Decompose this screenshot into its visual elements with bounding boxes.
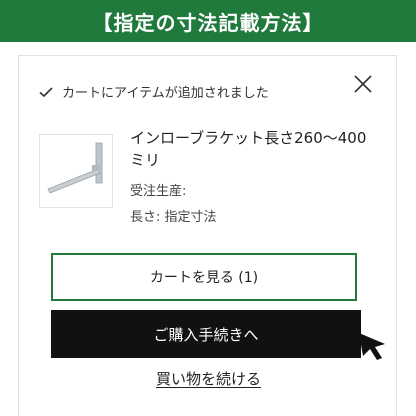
close-icon[interactable] xyxy=(352,73,374,95)
continue-shopping-link[interactable]: 買い物を続ける xyxy=(156,370,261,388)
continue-shopping-row: 買い物を続ける xyxy=(19,368,398,389)
instruction-banner: 【指定の寸法記載方法】 xyxy=(0,0,416,42)
view-cart-button[interactable]: カートを見る (1) xyxy=(51,253,357,301)
product-title[interactable]: インローブラケット長さ260〜400ミリ xyxy=(130,127,380,171)
product-made-to-order: 受注生産: xyxy=(130,184,187,199)
checkout-button[interactable]: ご購入手続きへ xyxy=(51,310,361,358)
added-notice: カートにアイテムが追加されました xyxy=(38,82,269,101)
added-notice-text: カートにアイテムが追加されました xyxy=(62,86,269,101)
check-icon xyxy=(39,86,53,97)
bracket-image xyxy=(47,142,103,194)
product-length: 長さ: 指定寸法 xyxy=(130,210,217,225)
banner-title: 【指定の寸法記載方法】 xyxy=(92,10,324,35)
cart-added-popup: カートにアイテムが追加されました インローブラケット長さ260〜400ミリ 受注… xyxy=(18,55,397,416)
hand-pointer-icon xyxy=(340,318,385,360)
product-thumbnail[interactable] xyxy=(39,134,113,208)
